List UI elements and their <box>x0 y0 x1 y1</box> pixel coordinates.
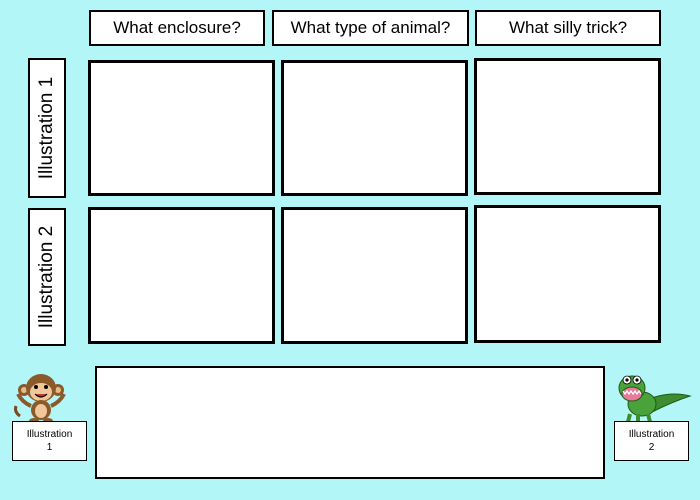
row-label-illustration-1-text: Illustration 1 <box>36 76 58 180</box>
label-illustration-2: Illustration 2 <box>614 421 689 461</box>
label-illustration-1-line2: 1 <box>46 442 53 453</box>
monkey-icon <box>12 372 70 424</box>
cell-illustration-1-enclosure[interactable] <box>88 60 275 196</box>
label-illustration-2-line1: Illustration <box>628 429 675 440</box>
header-animal-type-label: What type of animal? <box>290 18 451 37</box>
header-animal-type: What type of animal? <box>272 10 469 46</box>
label-illustration-2-line2: 2 <box>648 442 655 453</box>
row-label-illustration-2: Illustration 2 <box>28 208 66 346</box>
header-enclosure: What enclosure? <box>89 10 265 46</box>
header-enclosure-label: What enclosure? <box>113 18 241 37</box>
row-label-illustration-1: Illustration 1 <box>28 58 66 198</box>
header-silly-trick: What silly trick? <box>475 10 661 46</box>
cell-illustration-2-enclosure[interactable] <box>88 207 275 344</box>
row-label-illustration-2-text: Illustration 2 <box>36 225 58 329</box>
header-silly-trick-label: What silly trick? <box>508 18 628 37</box>
notes-box[interactable] <box>95 366 605 479</box>
cell-illustration-1-animal[interactable] <box>281 60 468 196</box>
crocodile-icon <box>612 372 692 424</box>
cell-illustration-1-trick[interactable] <box>474 58 661 195</box>
label-illustration-1-line1: Illustration <box>26 429 73 440</box>
cell-illustration-2-animal[interactable] <box>281 207 468 344</box>
label-illustration-1: Illustration 1 <box>12 421 87 461</box>
cell-illustration-2-trick[interactable] <box>474 205 661 343</box>
